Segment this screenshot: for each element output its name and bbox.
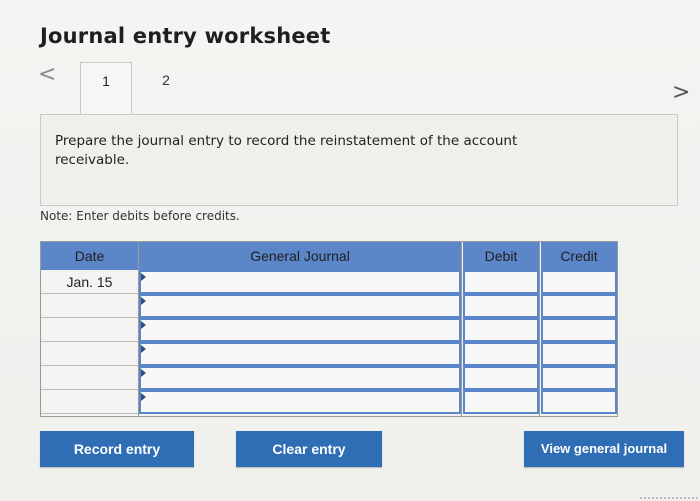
debit-input[interactable] [463,318,539,342]
table-row [41,294,617,318]
table-row [41,390,617,414]
row-marker-icon [141,321,146,329]
instruction-text: Prepare the journal entry to record the … [55,133,518,168]
table-row [41,318,617,342]
header-general-journal: General Journal [139,242,461,270]
row-marker-icon [141,273,146,281]
debit-input[interactable] [463,342,539,366]
date-cell [41,390,138,414]
debit-input[interactable] [463,390,539,414]
header-debit: Debit [463,242,539,270]
account-input[interactable] [139,294,461,318]
account-input[interactable] [139,390,461,414]
tab-2[interactable]: 2 [140,62,192,114]
clear-entry-button[interactable]: Clear entry [236,431,382,467]
debit-input[interactable] [463,270,539,294]
table-row: Jan. 15 [41,270,617,294]
debit-input[interactable] [463,294,539,318]
header-credit: Credit [541,242,617,270]
header-date: Date [41,242,138,270]
chevron-left-icon[interactable]: < [38,64,58,86]
credit-input[interactable] [541,342,617,366]
date-cell [41,294,138,318]
journal-worksheet-page: Journal entry worksheet < 1 2 > Prepare … [0,0,700,501]
dotted-divider [640,493,698,499]
journal-table: Date General Journal Debit Credit Jan. 1… [40,241,618,417]
date-cell: Jan. 15 [41,270,138,294]
credit-input[interactable] [541,318,617,342]
chevron-right-icon[interactable]: > [672,82,692,104]
account-input[interactable] [139,318,461,342]
row-marker-icon [141,345,146,353]
date-cell [41,342,138,366]
view-general-journal-button[interactable]: View general journal [524,431,684,467]
note-text: Note: Enter debits before credits. [40,209,240,223]
table-row [41,342,617,366]
debit-input[interactable] [463,366,539,390]
record-entry-button[interactable]: Record entry [40,431,194,467]
account-input[interactable] [139,342,461,366]
credit-input[interactable] [541,390,617,414]
table-row [41,366,617,390]
account-input[interactable] [139,366,461,390]
instruction-panel: Prepare the journal entry to record the … [40,114,678,206]
credit-input[interactable] [541,294,617,318]
account-input[interactable] [139,270,461,294]
page-title: Journal entry worksheet [40,24,331,48]
date-cell [41,366,138,390]
credit-input[interactable] [541,366,617,390]
row-marker-icon [141,393,146,401]
credit-input[interactable] [541,270,617,294]
row-marker-icon [141,297,146,305]
row-marker-icon [141,369,146,377]
date-cell [41,318,138,342]
tab-1[interactable]: 1 [80,62,132,114]
